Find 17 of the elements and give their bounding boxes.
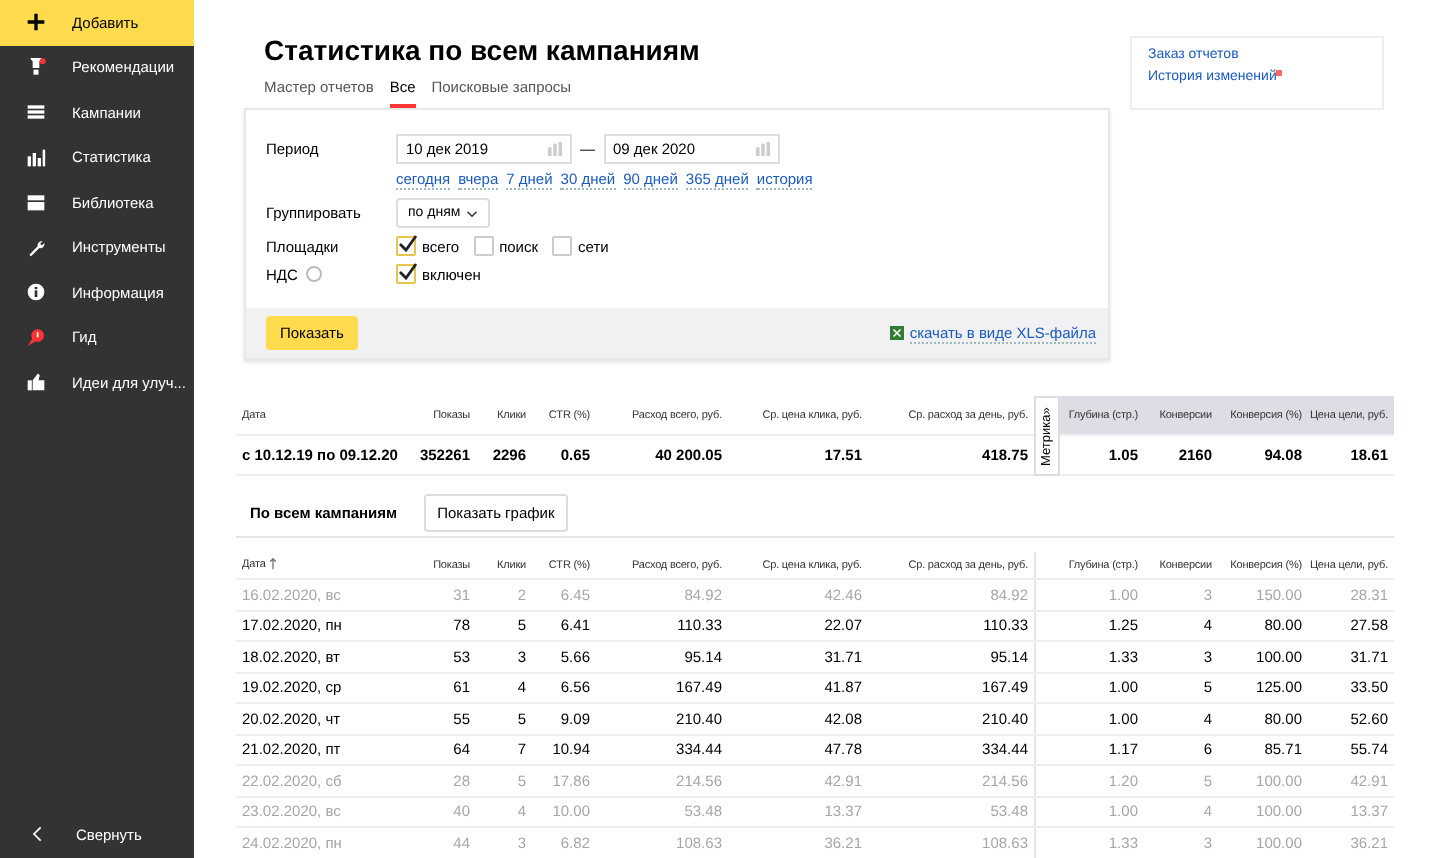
chevron-left-icon bbox=[30, 824, 46, 844]
new-badge-icon bbox=[1276, 70, 1283, 76]
list-icon bbox=[26, 102, 46, 123]
checkbox[interactable] bbox=[396, 264, 416, 284]
info-icon bbox=[26, 282, 46, 303]
wrench-icon bbox=[26, 237, 46, 258]
spreadsheet-icon bbox=[889, 326, 904, 340]
plus-icon bbox=[26, 12, 46, 33]
lightbulb-icon bbox=[26, 57, 46, 78]
thumbs-up-icon bbox=[26, 372, 46, 393]
calendar-icon bbox=[755, 142, 769, 156]
bar-chart-icon bbox=[26, 147, 46, 168]
help-icon bbox=[305, 266, 322, 282]
chevron-down-icon bbox=[466, 209, 479, 217]
checkbox[interactable] bbox=[396, 236, 416, 256]
page-title: Статистика по всем кампаниям bbox=[264, 34, 702, 66]
calendar-icon bbox=[548, 142, 562, 156]
